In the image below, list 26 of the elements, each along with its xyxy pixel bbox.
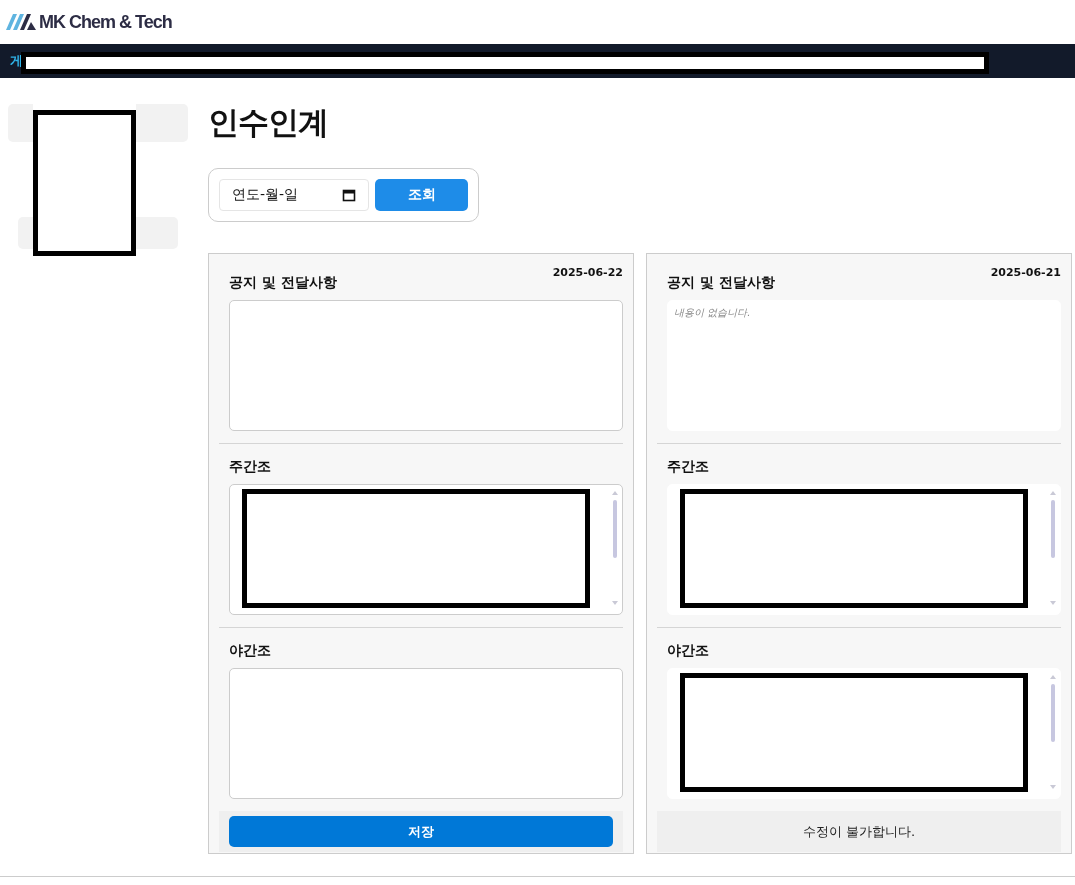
locked-notice: 수정이 불가합니다.: [801, 823, 917, 841]
section-title: 야간조: [667, 642, 710, 660]
section-title: 주간조: [667, 458, 710, 476]
logo-icon: [6, 14, 36, 30]
logo-text: MK Chem & Tech: [39, 11, 172, 33]
card-date: 2025-06-22: [552, 266, 623, 279]
date-field[interactable]: 연도-월-일: [219, 179, 369, 211]
text-area[interactable]: [229, 484, 623, 615]
text-area: 내용이 없습니다.: [667, 300, 1061, 431]
search-button[interactable]: 조회: [375, 179, 468, 211]
sidebar-item[interactable]: [136, 104, 188, 142]
nav-item[interactable]: 게: [10, 52, 23, 70]
section-title: 공지 및 전달사항: [667, 274, 776, 292]
sidebar-item[interactable]: [18, 217, 33, 249]
save-button[interactable]: 저장: [229, 816, 613, 847]
section-title: 야간조: [229, 642, 272, 660]
card-date: 2025-06-21: [990, 266, 1061, 279]
sidebar-item[interactable]: [136, 217, 178, 249]
scrollbar[interactable]: [611, 489, 619, 607]
scrollbar[interactable]: [1049, 489, 1057, 607]
section-title: 주간조: [229, 458, 272, 476]
page-title: 인수인계: [208, 103, 329, 142]
scrollbar[interactable]: [1049, 673, 1057, 791]
sidebar-item[interactable]: [8, 104, 33, 142]
section-title: 공지 및 전달사항: [229, 274, 338, 292]
calendar-icon[interactable]: [342, 188, 356, 202]
